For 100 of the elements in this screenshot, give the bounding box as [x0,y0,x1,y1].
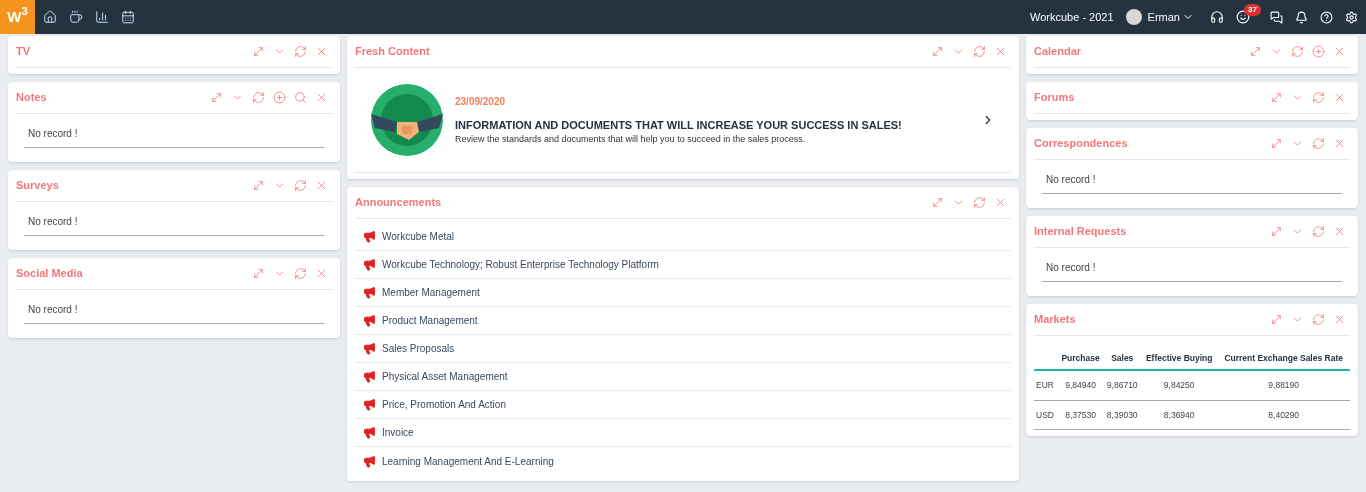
table-cell: 9,84250 [1163,379,1195,390]
widget-title: Fresh Content [355,44,430,60]
widget-title: Internal Requests [1034,224,1127,240]
bell-icon[interactable] [1295,10,1308,24]
expand-icon[interactable] [1270,313,1283,326]
announcement-link[interactable]: Physical Asset Management [382,369,508,384]
announcement-link[interactable]: Price, Promotion And Action [382,397,506,412]
empty-message: No record ! [24,214,324,236]
close-icon[interactable] [1333,45,1346,58]
expand-icon[interactable] [1270,137,1283,150]
widget-title: Surveys [16,178,59,194]
megaphone-icon [363,426,376,439]
column-header: Current Exchange Sales Rate [1224,353,1343,363]
table-cell: 8,39030 [1106,409,1138,420]
refresh-icon[interactable] [973,196,986,209]
close-icon[interactable] [1333,91,1346,104]
coffee-cup-icon[interactable] [69,10,83,24]
company-label: Workcube - 2021 [1030,9,1114,25]
close-icon[interactable] [315,45,328,58]
avatar[interactable] [1125,9,1142,25]
close-icon[interactable] [1333,313,1346,326]
smile-icon[interactable] [1236,10,1250,24]
expand-icon[interactable] [1270,91,1283,104]
table-cell: 8,36940 [1163,409,1195,420]
expand-icon[interactable] [252,179,265,192]
expand-icon[interactable] [931,196,944,209]
widget-title: Social Media [16,266,83,282]
megaphone-icon [363,230,376,243]
close-icon[interactable] [994,45,1007,58]
refresh-icon[interactable] [294,45,307,58]
refresh-icon[interactable] [294,179,307,192]
megaphone-icon [363,342,376,355]
announcement-link[interactable]: Sales Proposals [382,341,455,356]
help-icon[interactable] [1320,10,1333,24]
add-icon[interactable] [273,91,286,104]
close-icon[interactable] [315,91,328,104]
megaphone-icon [363,258,376,271]
megaphone-icon [363,286,376,299]
search-icon[interactable] [294,91,307,104]
megaphone-icon [363,370,376,383]
table-cell: EUR [1036,379,1054,390]
bar-chart-icon[interactable] [95,10,109,24]
widget-title: TV [16,44,31,60]
table-cell: 9,88190 [1268,379,1300,390]
expand-icon[interactable] [931,45,944,58]
content-headline[interactable]: INFORMATION AND DOCUMENTS THAT WILL INCREASE YOUR SUCCESS IN SALES! [455,116,969,133]
table-cell: 9,86710 [1106,379,1138,390]
calendar-icon[interactable] [121,10,135,24]
announcement-link[interactable]: Workcube Technology; Robust Enterprise Technology Platform [382,257,659,272]
column-header: Purchase [1061,353,1100,363]
refresh-icon[interactable] [1312,91,1325,104]
close-icon[interactable] [315,267,328,280]
close-icon[interactable] [315,179,328,192]
refresh-icon[interactable] [1291,45,1304,58]
column-header: Effective Buying [1145,353,1213,363]
chat-icon[interactable] [1270,10,1283,24]
empty-message: No record ! [1042,260,1342,282]
settings-icon[interactable] [1345,10,1358,24]
close-icon[interactable] [1333,137,1346,150]
expand-icon[interactable] [210,91,223,104]
handshake-drawing [371,84,443,156]
expand-icon[interactable] [1249,45,1262,58]
home-icon[interactable] [43,10,57,24]
table-cell: 9,84940 [1065,379,1096,390]
notification-badge: 37 [1244,4,1261,16]
refresh-icon[interactable] [252,91,265,104]
expand-icon[interactable] [1270,225,1283,238]
close-icon[interactable] [994,196,1007,209]
add-icon[interactable] [1312,45,1325,58]
announcement-link[interactable]: Learning Management And E-Learning [382,453,554,469]
widget-title: Markets [1034,312,1076,328]
empty-message: No record ! [24,302,324,324]
refresh-icon[interactable] [973,45,986,58]
column-header: Sales [1111,353,1134,363]
table-cell: USD [1036,409,1054,420]
expand-icon[interactable] [252,45,265,58]
announcement-link[interactable]: Member Management [382,285,480,300]
announcement-link[interactable]: Workcube Metal [382,229,455,244]
close-icon[interactable] [1333,225,1346,238]
announcement-link[interactable]: Product Management [382,313,478,328]
content-date: 23/09/2020 [455,94,507,109]
expand-icon[interactable] [252,267,265,280]
refresh-icon[interactable] [1312,137,1325,150]
content-description: Review the standards and documents that will help you to succeed in the sales process. [455,133,807,146]
widget-title: Announcements [355,195,442,211]
megaphone-icon [363,314,376,327]
table-cell: 8,37530 [1065,409,1096,420]
megaphone-icon [363,398,376,411]
refresh-icon[interactable] [294,267,307,280]
refresh-icon[interactable] [1312,225,1325,238]
widget-title: Calendar [1034,44,1082,60]
refresh-icon[interactable] [1312,313,1325,326]
headset-icon[interactable] [1210,10,1224,24]
megaphone-icon [363,454,376,468]
table-cell: 8,40290 [1268,409,1300,420]
user-menu[interactable]: Erman [1147,8,1194,26]
widget-title: Forums [1034,90,1075,106]
empty-message: No record ! [1042,172,1342,194]
empty-message: No record ! [24,126,324,148]
announcement-link[interactable]: Invoice [382,425,414,440]
